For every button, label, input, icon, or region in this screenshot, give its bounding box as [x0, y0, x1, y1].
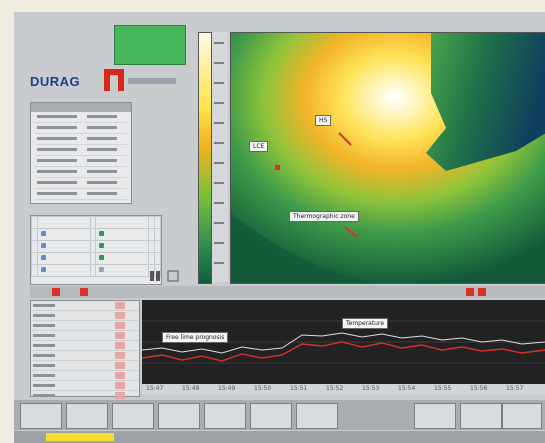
- table-row[interactable]: [31, 301, 139, 311]
- channel-list-item[interactable]: [35, 112, 127, 123]
- function-button[interactable]: [250, 403, 292, 429]
- alarm-indicator-icon[interactable]: [80, 288, 88, 296]
- channel-list-header: [31, 103, 131, 112]
- time-tick: 15:50: [254, 385, 272, 392]
- time-tick: 15:55: [434, 385, 452, 392]
- status-dot-icon: [40, 267, 46, 272]
- time-tick: 15:47: [146, 385, 164, 392]
- grid-header-row: [31, 216, 161, 229]
- table-row[interactable]: [31, 381, 139, 391]
- time-tick: 15:48: [182, 385, 200, 392]
- time-axis: 15:47 15:48 15:49 15:50 15:51 15:52 15:5…: [142, 384, 545, 395]
- channel-list-item[interactable]: [35, 178, 127, 189]
- system-status-indicator[interactable]: [114, 25, 186, 65]
- brand-name: DURAG: [30, 74, 81, 89]
- view-toggle-icons[interactable]: [148, 268, 182, 284]
- table-row[interactable]: [31, 264, 161, 277]
- function-button[interactable]: [296, 403, 338, 429]
- time-tick: 15:54: [398, 385, 416, 392]
- function-button[interactable]: [158, 403, 200, 429]
- status-dot-icon: [40, 231, 46, 236]
- status-dot-icon: [99, 231, 105, 236]
- time-tick: 15:53: [362, 385, 380, 392]
- measurement-grid: [30, 215, 162, 285]
- temperature-color-scale: [198, 32, 212, 284]
- function-button[interactable]: [414, 403, 456, 429]
- channel-list-item[interactable]: [35, 189, 127, 200]
- channel-list-item[interactable]: [35, 167, 127, 178]
- time-tick: 15:52: [326, 385, 344, 392]
- status-dot-icon: [40, 243, 46, 248]
- table-row[interactable]: [31, 240, 161, 253]
- trend-chart[interactable]: Free lime prognosis Temperature: [142, 300, 545, 384]
- table-row[interactable]: [31, 311, 139, 321]
- status-dot-icon: [99, 243, 105, 248]
- time-tick: 15:56: [470, 385, 488, 392]
- marker-arrows: [275, 132, 358, 238]
- table-row[interactable]: [31, 252, 161, 265]
- thermal-image-view[interactable]: HS LCE Thermographic zone: [230, 32, 545, 284]
- table-row[interactable]: [31, 361, 139, 371]
- function-button[interactable]: [112, 403, 154, 429]
- hmi-screen: DURAG HS LCE Thermographic zone Free lim…: [14, 12, 545, 443]
- function-button[interactable]: [204, 403, 246, 429]
- function-button[interactable]: [502, 403, 542, 429]
- trend-header-bar: [30, 286, 545, 298]
- channel-list-item[interactable]: [35, 134, 127, 145]
- alarm-indicator-icon[interactable]: [466, 288, 474, 296]
- time-tick: 15:57: [506, 385, 524, 392]
- table-row[interactable]: [31, 341, 139, 351]
- trend-value-table: [30, 300, 140, 401]
- status-bar: [14, 431, 545, 443]
- function-button[interactable]: [20, 403, 62, 429]
- brand-mark-icon: [104, 69, 124, 91]
- status-dot-icon: [40, 255, 46, 260]
- table-row[interactable]: [31, 351, 139, 361]
- brand-logo: DURAG: [30, 68, 180, 92]
- table-row[interactable]: [31, 321, 139, 331]
- brand-subtitle: [128, 78, 176, 84]
- series-b-label: Temperature: [342, 318, 389, 329]
- function-button[interactable]: [66, 403, 108, 429]
- series-a-label: Free lime prognosis: [162, 332, 229, 343]
- time-tick: 15:49: [218, 385, 236, 392]
- table-row[interactable]: [31, 371, 139, 381]
- alarm-indicator-icon[interactable]: [52, 288, 60, 296]
- alarm-indicator-icon[interactable]: [478, 288, 486, 296]
- status-yellow-indicator: [46, 433, 114, 441]
- function-button-bar: [14, 400, 545, 430]
- channel-list-item[interactable]: [35, 123, 127, 134]
- status-dot-icon: [99, 255, 105, 260]
- color-scale-ticks: [212, 32, 228, 282]
- channel-list: [30, 102, 132, 204]
- function-button[interactable]: [460, 403, 502, 429]
- channel-list-item[interactable]: [35, 145, 127, 156]
- table-row[interactable]: [31, 228, 161, 241]
- status-dot-icon: [99, 267, 105, 272]
- grid-icon[interactable]: [148, 268, 182, 284]
- time-tick: 15:51: [290, 385, 308, 392]
- table-row[interactable]: [31, 331, 139, 341]
- channel-list-item[interactable]: [35, 156, 127, 167]
